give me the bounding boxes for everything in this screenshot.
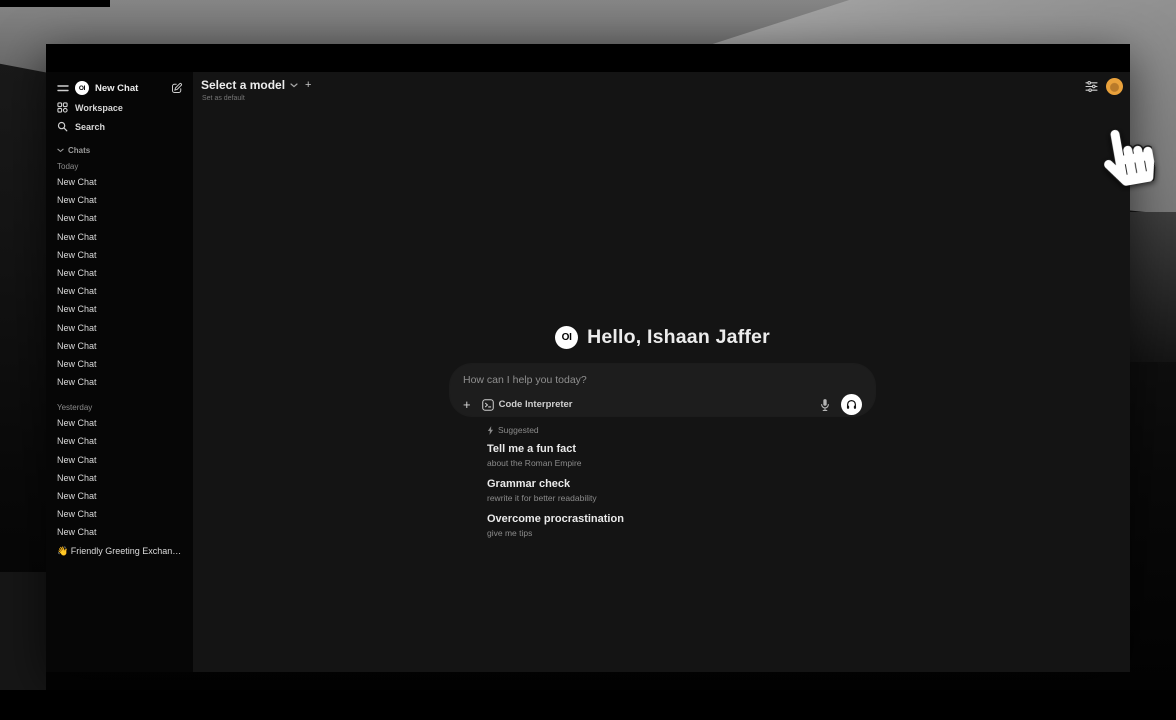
chat-item[interactable]: New Chat [46, 191, 193, 209]
suggested-prompt[interactable]: Grammar check rewrite it for better read… [487, 478, 875, 504]
chat-item[interactable]: New Chat [46, 300, 193, 318]
sidebar-item-workspace[interactable]: Workspace [46, 98, 193, 117]
sidebar-title: New Chat [95, 83, 165, 94]
chat-item[interactable]: New Chat [46, 246, 193, 264]
suggested-prompt-title: Grammar check [487, 478, 875, 491]
chat-item[interactable]: New Chat [46, 487, 193, 505]
chevron-down-icon [57, 148, 64, 153]
code-interpreter-toggle[interactable]: Code Interpreter [482, 399, 573, 411]
voice-input-button[interactable] [820, 398, 830, 412]
chat-list: New ChatNew ChatNew ChatNew ChatNew Chat… [46, 414, 193, 560]
suggested-header: Suggested [487, 425, 875, 435]
wallpaper-facet-right-lower [1130, 212, 1176, 362]
new-chat-button[interactable] [171, 82, 183, 94]
user-avatar[interactable] [1106, 78, 1123, 95]
chat-item[interactable]: New Chat [46, 523, 193, 541]
suggested-prompt-subtitle: about the Roman Empire [487, 457, 875, 469]
suggested-prompt[interactable]: Overcome procrastination give me tips [487, 513, 875, 539]
sidebar-toggle-icon [57, 84, 69, 93]
chat-item[interactable]: New Chat [46, 469, 193, 487]
sidebar: OI New Chat Workspace [46, 72, 193, 672]
suggested-prompts: Suggested Tell me a fun fact about the R… [450, 425, 875, 539]
suggested-prompt-title: Tell me a fun fact [487, 443, 875, 456]
microphone-icon [820, 398, 830, 412]
chat-group-today: Today New ChatNew ChatNew ChatNew ChatNe… [46, 156, 193, 391]
sliders-icon [1085, 81, 1098, 92]
chat-item[interactable]: New Chat [46, 414, 193, 432]
suggested-prompt[interactable]: Tell me a fun fact about the Roman Empir… [487, 443, 875, 469]
terminal-icon [482, 399, 494, 411]
message-composer: How can I help you today? + Code Interpr… [450, 364, 875, 416]
chat-item[interactable]: 👋 Friendly Greeting Exchange [46, 542, 193, 560]
suggested-prompt-subtitle: rewrite it for better readability [487, 492, 875, 504]
letterbox-corner [0, 0, 110, 7]
app-logo: OI [555, 326, 578, 349]
sidebar-item-label: Workspace [75, 103, 123, 113]
topbar: Select a model + Set as default [193, 72, 1130, 102]
chat-item[interactable]: New Chat [46, 505, 193, 523]
suggested-prompt-title: Overcome procrastination [487, 513, 875, 526]
window-top-strip [46, 44, 1130, 72]
chats-section-label: Chats [68, 146, 90, 155]
greeting-text: Hello, Ishaan Jaffer [587, 326, 770, 349]
model-selector[interactable]: Select a model [201, 78, 298, 92]
message-input[interactable]: How can I help you today? [463, 374, 862, 386]
chevron-down-icon [290, 83, 298, 88]
suggested-list: Tell me a fun fact about the Roman Empir… [487, 443, 875, 539]
code-interpreter-label: Code Interpreter [499, 399, 573, 410]
sidebar-item-search[interactable]: Search [46, 117, 193, 136]
chat-item[interactable]: New Chat [46, 451, 193, 469]
wallpaper-facet-bottom-left [0, 572, 46, 690]
suggested-label: Suggested [498, 425, 539, 435]
home-content: OI Hello, Ishaan Jaffer How can I help y… [450, 326, 875, 548]
chat-group-label: Yesterday [46, 397, 193, 414]
app-logo: OI [75, 81, 89, 95]
main-area: Select a model + Set as default [193, 72, 1130, 672]
topbar-right [1085, 78, 1123, 95]
headphones-icon [845, 398, 858, 411]
chat-item[interactable]: New Chat [46, 173, 193, 191]
chat-item[interactable]: New Chat [46, 432, 193, 450]
add-model-button[interactable]: + [305, 80, 311, 91]
chat-item[interactable]: New Chat [46, 209, 193, 227]
chat-group-yesterday: Yesterday New ChatNew ChatNew ChatNew Ch… [46, 397, 193, 560]
attach-button[interactable]: + [463, 398, 471, 411]
suggested-prompt-subtitle: give me tips [487, 527, 875, 539]
chats-section-toggle[interactable]: Chats [46, 136, 193, 156]
new-chat-icon [171, 82, 183, 94]
desktop: OI New Chat Workspace [0, 0, 1176, 720]
chat-item[interactable]: New Chat [46, 228, 193, 246]
chat-item[interactable]: New Chat [46, 337, 193, 355]
set-as-default-button[interactable]: Set as default [202, 95, 245, 102]
chat-item[interactable]: New Chat [46, 373, 193, 391]
sidebar-header: OI New Chat [46, 78, 193, 98]
sidebar-item-label: Search [75, 122, 105, 132]
workspace-icon [57, 102, 68, 113]
app-window: OI New Chat Workspace [46, 44, 1130, 672]
chat-item[interactable]: New Chat [46, 282, 193, 300]
chat-list: New ChatNew ChatNew ChatNew ChatNew Chat… [46, 173, 193, 391]
greeting: OI Hello, Ishaan Jaffer [450, 326, 875, 349]
chat-item[interactable]: New Chat [46, 355, 193, 373]
model-selector-label: Select a model [201, 78, 285, 92]
bolt-icon [487, 426, 494, 435]
chat-item[interactable]: New Chat [46, 264, 193, 282]
sidebar-toggle-button[interactable] [57, 84, 69, 93]
chat-group-label: Today [46, 156, 193, 173]
voice-call-button[interactable] [841, 394, 862, 415]
search-icon [57, 121, 68, 132]
chat-item[interactable]: New Chat [46, 319, 193, 337]
controls-button[interactable] [1085, 81, 1098, 92]
